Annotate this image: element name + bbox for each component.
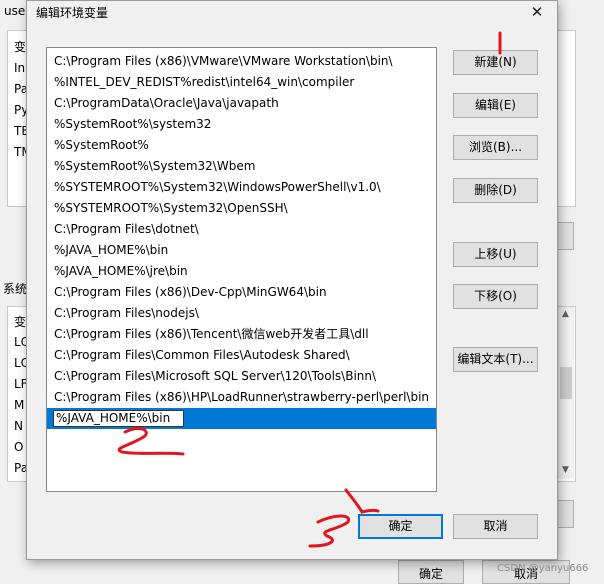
- user-var-row: In: [14, 61, 26, 75]
- list-item[interactable]: %JAVA_HOME%\bin: [47, 240, 436, 261]
- user-var-button-edge[interactable]: [556, 222, 574, 250]
- list-item[interactable]: C:\Program Files (x86)\VMware\VMware Wor…: [47, 51, 436, 72]
- system-var-row: O: [14, 440, 24, 454]
- edit-button[interactable]: 编辑(E): [453, 93, 538, 118]
- cancel-button[interactable]: 取消: [453, 514, 538, 539]
- edit-env-variable-dialog: 编辑环境变量 ✕ C:\Program Files (x86)\VMware\V…: [26, 0, 558, 560]
- background-ok-button[interactable]: 确定: [398, 560, 464, 584]
- list-item[interactable]: %INTEL_DEV_REDIST%redist\intel64_win\com…: [47, 72, 436, 93]
- dialog-title: 编辑环境变量: [36, 6, 109, 20]
- move-up-button[interactable]: 上移(U): [453, 242, 538, 267]
- scroll-up-icon[interactable]: ▲: [562, 309, 569, 319]
- list-item[interactable]: C:\Program Files\Common Files\Autodesk S…: [47, 345, 436, 366]
- list-item[interactable]: C:\Program Files\Microsoft SQL Server\12…: [47, 366, 436, 387]
- system-list-scrollbar[interactable]: ▲ ▼: [557, 307, 574, 479]
- system-var-row: N: [14, 419, 23, 433]
- list-item[interactable]: %JAVA_HOME%\jre\bin: [47, 261, 436, 282]
- list-item[interactable]: C:\Program Files\dotnet\: [47, 219, 436, 240]
- selected-list-item[interactable]: %JAVA_HOME%\bin: [47, 408, 436, 429]
- list-item[interactable]: C:\ProgramData\Oracle\Java\javapath: [47, 93, 436, 114]
- scroll-down-icon[interactable]: ▼: [562, 465, 569, 475]
- watermark: CSDN @yanyu666: [497, 563, 589, 574]
- list-item[interactable]: C:\Program Files\nodejs\: [47, 303, 436, 324]
- list-item[interactable]: %SYSTEMROOT%\System32\WindowsPowerShell\…: [47, 177, 436, 198]
- edit-text-button[interactable]: 编辑文本(T)...: [453, 347, 538, 372]
- list-item[interactable]: %SystemRoot%\System32\Wbem: [47, 156, 436, 177]
- user-variables-list-right: [556, 30, 576, 207]
- delete-button[interactable]: 删除(D): [453, 178, 538, 203]
- move-down-button[interactable]: 下移(O): [453, 284, 538, 309]
- scrollbar-thumb[interactable]: [560, 367, 572, 399]
- new-button[interactable]: 新建(N): [453, 50, 538, 75]
- list-item[interactable]: %SYSTEMROOT%\System32\OpenSSH\: [47, 198, 436, 219]
- path-entries-list[interactable]: C:\Program Files (x86)\VMware\VMware Wor…: [46, 47, 437, 492]
- ok-button[interactable]: 确定: [358, 514, 443, 539]
- close-icon[interactable]: ✕: [524, 1, 550, 23]
- system-var-row: M: [14, 398, 25, 412]
- list-item[interactable]: C:\Program Files (x86)\Tencent\微信web开发者工…: [47, 324, 436, 345]
- system-var-row: 变: [14, 315, 27, 329]
- list-item[interactable]: C:\Program Files (x86)\HP\LoadRunner\str…: [47, 387, 436, 408]
- browse-button[interactable]: 浏览(B)...: [453, 135, 538, 160]
- list-item[interactable]: %SystemRoot%\system32: [47, 114, 436, 135]
- list-item[interactable]: %SystemRoot%: [47, 135, 436, 156]
- system-variables-label: 系统: [3, 282, 28, 296]
- user-var-row: 变: [14, 40, 27, 54]
- system-var-button-edge[interactable]: [556, 500, 574, 528]
- inline-edit-input[interactable]: %JAVA_HOME%\bin: [53, 410, 184, 427]
- list-item[interactable]: C:\Program Files (x86)\Dev-Cpp\MinGW64\b…: [47, 282, 436, 303]
